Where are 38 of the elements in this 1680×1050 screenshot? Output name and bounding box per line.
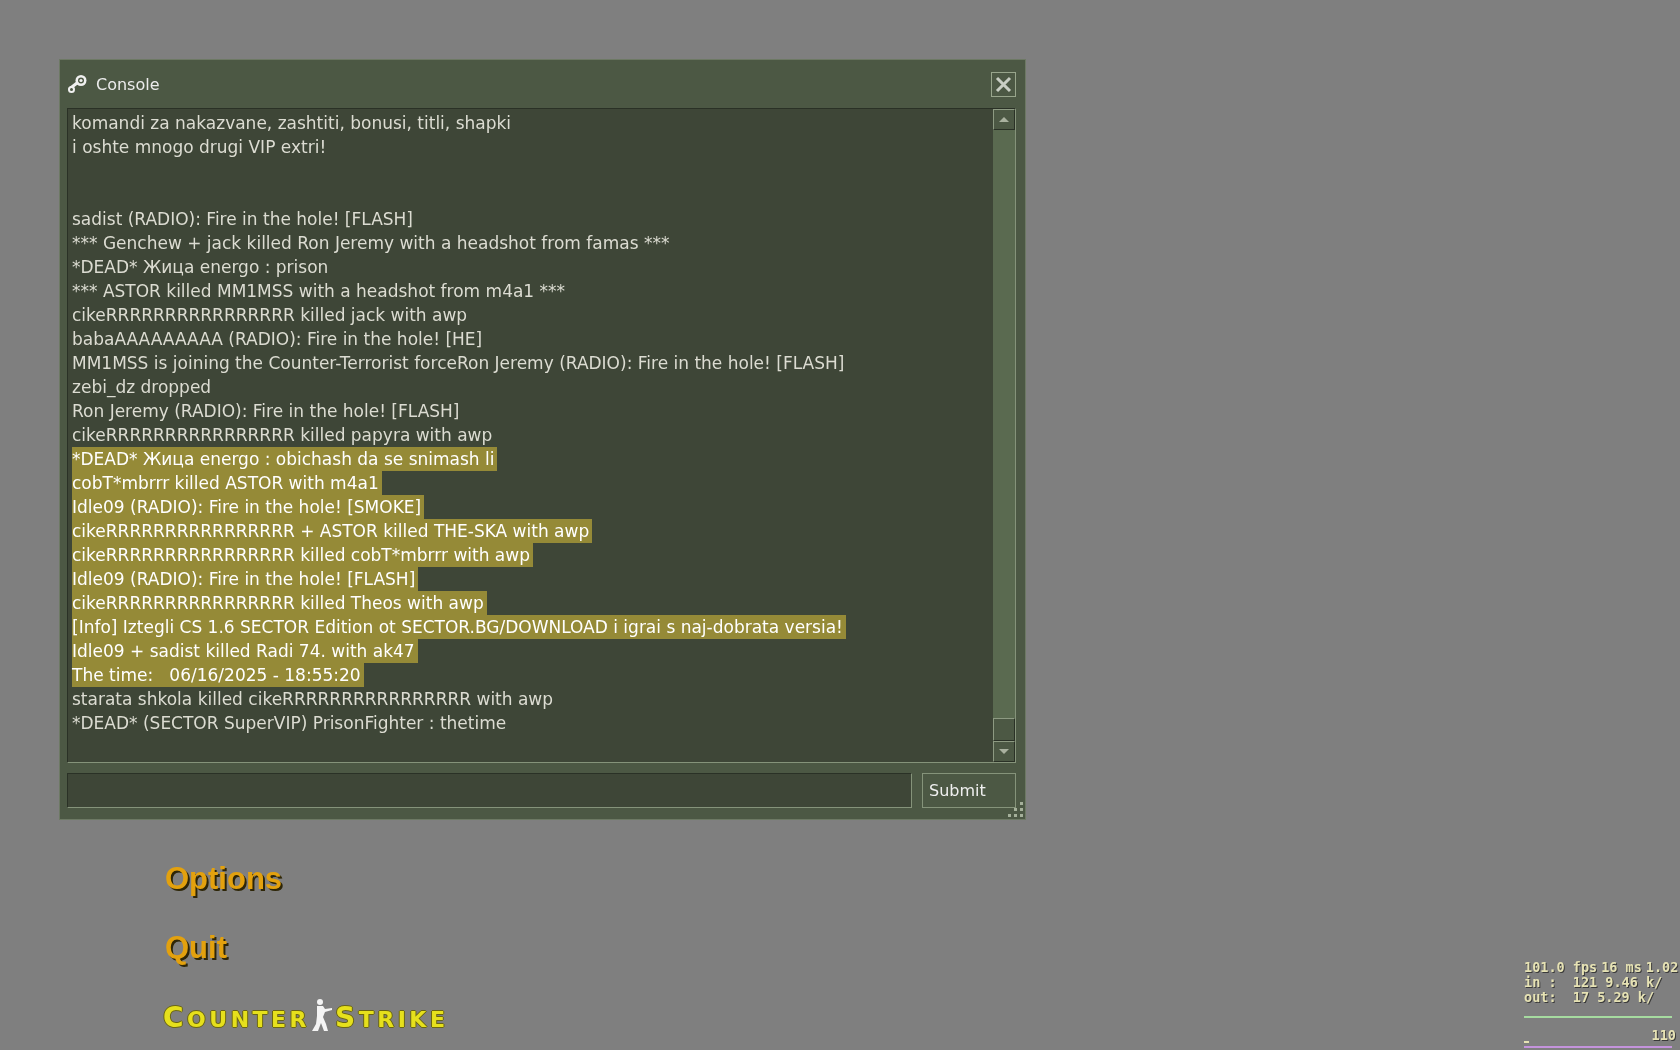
console-line: i oshte mnogo drugi VIP extri! — [72, 136, 328, 159]
console-line: *** Genchew + jack killed Ron Jeremy with a headshot from famas *** — [72, 232, 671, 255]
console-line: zebi_dz dropped — [72, 376, 213, 399]
console-line: sadist (RADIO): Fire in the hole! [FLASH] — [72, 208, 414, 231]
graph-scale-text: 110 — [1651, 1028, 1676, 1043]
net-stat-text: 101.0 fps — [1524, 960, 1598, 975]
window-title: Console — [96, 74, 160, 94]
close-button[interactable] — [991, 71, 1016, 97]
console-line: cikeRRRRRRRRRRRRRRRR killed jack with awp — [72, 304, 469, 327]
logo-icon — [67, 73, 89, 95]
scroll-up-button[interactable] — [993, 109, 1015, 130]
console-line: babaAAAAAAAAA (RADIO): Fire in the hole! [HE] — [72, 328, 484, 351]
console-line: *DEAD* (SECTOR SuperVIP) PrisonFighter : thetime — [72, 712, 508, 735]
net-stat-text: 1.02 — [1645, 960, 1679, 975]
close-icon — [995, 75, 1012, 93]
scroll-down-button[interactable] — [993, 741, 1015, 762]
console-line: cikeRRRRRRRRRRRRRRRR killed papyra with awp — [72, 424, 494, 447]
console-line: Ron Jeremy (RADIO): Fire in the hole! [FLASH] — [72, 400, 461, 423]
net-stat-text: out: 17 5.29 k/ — [1524, 990, 1655, 1005]
logo-text: STRIKE — [335, 1006, 449, 1032]
menu-item[interactable]: Options — [163, 861, 285, 897]
triangle-down-icon — [999, 749, 1009, 754]
net-stat-text: in : 121 9.46 k/ — [1524, 975, 1663, 990]
resize-grip-icon[interactable] — [1006, 800, 1024, 818]
tick-mark-icon — [1524, 1041, 1529, 1043]
command-input-field[interactable] — [67, 773, 912, 808]
console-line: *DEAD* Жица energo : prison — [72, 256, 330, 279]
console-line: starata shkola killed cikeRRRRRRRRRRRRRRRR with awp — [72, 688, 555, 711]
menu-item[interactable]: Quit — [163, 930, 229, 966]
console-line: komandi za nakazvane, zashtiti, bonusi, titli, shapki — [72, 112, 513, 135]
scrollbar-thumb[interactable] — [993, 718, 1015, 741]
console-line: MM1MSS is joining the Counter-Terrorist forceRon Jeremy (RADIO): Fire in the hole! [FLASH] — [72, 352, 846, 375]
soldier-silhouette-icon — [309, 998, 334, 1032]
logo-text: COUNTER — [163, 1006, 311, 1032]
console-line: *** ASTOR killed MM1MSS with a headshot from m4a1 *** — [72, 280, 567, 303]
net-stat-text: 16 ms — [1601, 960, 1642, 975]
submit-button[interactable]: Submit — [922, 773, 1016, 808]
triangle-up-icon — [999, 117, 1009, 122]
